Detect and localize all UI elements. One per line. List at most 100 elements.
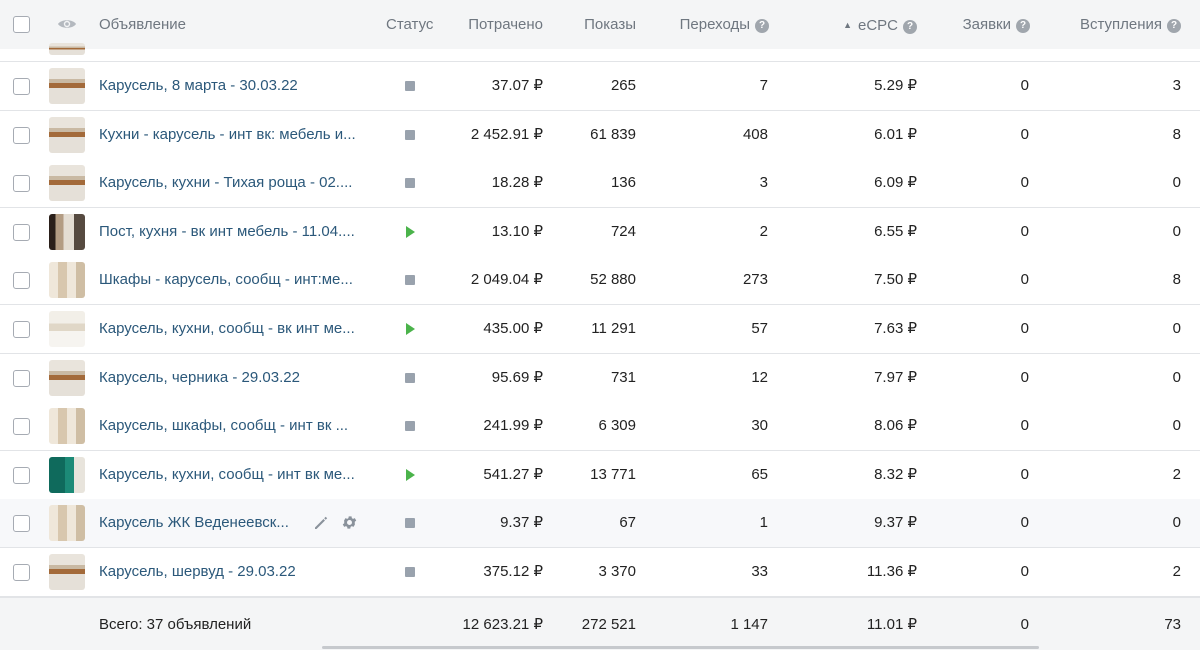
ad-name-link[interactable]: Карусель, черника - 29.03.22 <box>99 369 369 387</box>
ad-name-link[interactable]: Шкафы - карусель, сообщ - инт:ме... <box>99 271 369 289</box>
ad-thumbnail[interactable] <box>49 311 85 347</box>
table-row[interactable]: Кухни - карусель - инт вк: мебель и... 2 … <box>0 111 1200 160</box>
row-checkbox[interactable] <box>13 418 30 435</box>
shows-value: 3 370 <box>598 563 636 580</box>
row-checkbox[interactable] <box>13 370 30 387</box>
select-all-checkbox[interactable] <box>13 16 30 33</box>
pencil-icon[interactable] <box>313 515 329 531</box>
help-icon[interactable]: ? <box>1016 19 1030 33</box>
column-header-joins[interactable]: Вступления? <box>1080 16 1181 34</box>
total-ecpc: 11.01 ₽ <box>866 616 917 633</box>
total-joins: 73 <box>1164 616 1181 633</box>
clicks-value: 273 <box>742 271 768 288</box>
row-checkbox[interactable] <box>13 175 30 192</box>
spent-value: 18.28 ₽ <box>491 174 543 191</box>
sort-ascending-icon: ▲ <box>843 20 852 30</box>
status-stopped-icon <box>405 275 415 285</box>
status-stopped-icon <box>405 178 415 188</box>
total-label: Всего: 37 объявлений <box>99 616 252 633</box>
row-checkbox[interactable] <box>13 224 30 241</box>
clicks-value: 2 <box>759 223 768 240</box>
ad-thumbnail[interactable] <box>49 554 85 590</box>
ad-name-link[interactable]: Карусель, 8 марта - 30.03.22 <box>99 77 369 95</box>
ad-thumbnail[interactable] <box>49 68 85 104</box>
spent-value: 541.27 ₽ <box>483 466 543 483</box>
table-row[interactable]: Карусель, шервуд - 29.03.22 375.12 ₽ 3 370… <box>0 548 1200 597</box>
ad-name-link[interactable]: Пост, кухня - вк инт мебель - 11.04.... <box>99 223 369 241</box>
clicks-value: 57 <box>751 320 768 337</box>
column-header-shows[interactable]: Показы <box>584 16 636 34</box>
ad-thumbnail[interactable] <box>49 505 85 541</box>
column-header-clicks[interactable]: Переходы? <box>680 16 769 34</box>
shows-value: 11 291 <box>591 320 636 337</box>
joins-value: 0 <box>1172 514 1181 531</box>
column-header-status[interactable]: Статус <box>386 16 433 34</box>
joins-value: 0 <box>1172 174 1181 191</box>
row-checkbox[interactable] <box>13 78 30 95</box>
table-row[interactable]: Карусель ЖК Веденеевск... 9.37 ₽67 1 9.37 ₽… <box>0 499 1200 548</box>
ecpc-value: 7.63 ₽ <box>874 320 917 337</box>
row-checkbox[interactable] <box>13 272 30 289</box>
table-row[interactable]: Карусель, кухни - Тихая роща - 02.... 18.… <box>0 159 1200 208</box>
table-footer-totals: Всего: 37 объявлений 12 623.21 ₽ 272 521… <box>0 597 1200 650</box>
ecpc-value: 5.29 ₽ <box>874 77 917 94</box>
clicks-value: 408 <box>742 126 768 143</box>
help-icon[interactable]: ? <box>755 19 769 33</box>
spent-value: 435.00 ₽ <box>483 320 543 337</box>
status-active-icon <box>406 323 415 335</box>
ad-name-link[interactable]: Карусель, кухни, сообщ - инт вк ме... <box>99 466 369 484</box>
table-row[interactable]: Пост, кухня - вк инт мебель - 11.04.... 1… <box>0 208 1200 257</box>
row-checkbox[interactable] <box>13 515 30 532</box>
ad-name-link[interactable]: Карусель, шкафы, сообщ - инт вк ... <box>99 417 369 435</box>
joins-value: 0 <box>1172 369 1181 386</box>
leads-value: 0 <box>1020 77 1029 94</box>
table-row[interactable]: Шкафы - карусель, сообщ - инт:ме... 2 049… <box>0 256 1200 305</box>
column-header-leads[interactable]: Заявки? <box>963 16 1030 34</box>
shows-value: 52 880 <box>590 271 636 288</box>
spent-value: 241.99 ₽ <box>483 417 543 434</box>
ecpc-value: 8.06 ₽ <box>874 417 917 434</box>
clicks-value: 30 <box>751 417 768 434</box>
row-checkbox[interactable] <box>13 467 30 484</box>
total-clicks: 1 147 <box>730 616 768 633</box>
row-checkbox[interactable] <box>13 564 30 581</box>
shows-value: 724 <box>610 223 636 240</box>
status-stopped-icon <box>405 567 415 577</box>
ad-thumbnail[interactable] <box>49 262 85 298</box>
help-icon[interactable]: ? <box>1167 19 1181 33</box>
help-icon[interactable]: ? <box>903 20 917 34</box>
table-row[interactable]: Карусель, шкафы, сообщ - инт вк ... 241.9… <box>0 402 1200 451</box>
ad-name-link[interactable]: Карусель, кухни, сообщ - вк инт ме... <box>99 320 369 338</box>
table-row[interactable]: Карусель, кухни, сообщ - инт вк ме... 541… <box>0 451 1200 500</box>
spent-value: 9.37 ₽ <box>500 514 543 531</box>
eye-icon[interactable] <box>57 17 77 31</box>
leads-value: 0 <box>1020 223 1029 240</box>
ad-name-link[interactable]: Карусель, шервуд - 29.03.22 <box>99 563 369 581</box>
table-row[interactable]: Карусель, кухни, сообщ - вк инт ме... 435… <box>0 305 1200 354</box>
shows-value: 67 <box>619 514 636 531</box>
table-row[interactable]: Карусель, черника - 29.03.22 95.69 ₽ 731 12… <box>0 354 1200 403</box>
ecpc-value: 8.32 ₽ <box>874 466 917 483</box>
table-row[interactable]: Карусель, 8 марта - 30.03.22 37.07 ₽ 265 7 5… <box>0 62 1200 111</box>
ad-thumbnail[interactable] <box>49 117 85 153</box>
status-stopped-icon <box>405 518 415 528</box>
gear-icon[interactable] <box>341 514 358 531</box>
ad-thumbnail[interactable] <box>49 214 85 250</box>
joins-value: 2 <box>1172 466 1181 483</box>
shows-value: 136 <box>610 174 636 191</box>
row-checkbox[interactable] <box>13 321 30 338</box>
ad-thumbnail[interactable] <box>49 360 85 396</box>
leads-value: 0 <box>1020 369 1029 386</box>
ad-thumbnail <box>49 43 85 55</box>
ad-thumbnail[interactable] <box>49 457 85 493</box>
ad-name-link[interactable]: Кухни - карусель - инт вк: мебель и... <box>99 126 369 144</box>
ad-thumbnail[interactable] <box>49 408 85 444</box>
ad-name-link[interactable]: Карусель, кухни - Тихая роща - 02.... <box>99 174 369 192</box>
spent-value: 2 452.91 ₽ <box>470 126 543 143</box>
column-header-ad[interactable]: Объявление <box>99 16 186 34</box>
shows-value: 61 839 <box>590 126 636 143</box>
row-checkbox[interactable] <box>13 127 30 144</box>
column-header-spent[interactable]: Потрачено <box>468 16 543 34</box>
column-header-ecpc[interactable]: ▲ eCPC? <box>843 16 917 35</box>
ad-thumbnail[interactable] <box>49 165 85 201</box>
